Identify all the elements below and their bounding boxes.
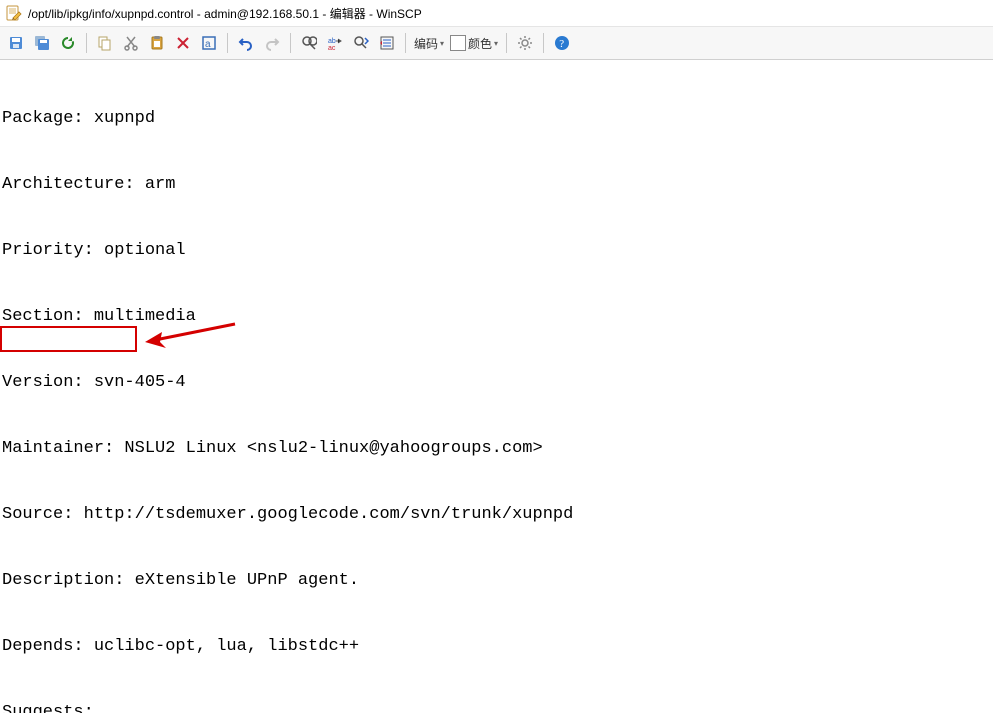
text-line: Description: eXtensible UPnP agent.	[2, 570, 993, 592]
encoding-label: 编码	[414, 35, 438, 52]
titlebar: /opt/lib/ipkg/info/xupnpd.control - admi…	[0, 0, 993, 27]
goto-line-icon[interactable]	[375, 31, 399, 55]
svg-text:ab: ab	[328, 38, 336, 45]
app-edit-icon	[6, 5, 22, 21]
paste-icon[interactable]	[145, 31, 169, 55]
svg-text:ac: ac	[328, 45, 336, 51]
text-line: Depends: uclibc-opt, lua, libstdc++	[2, 636, 993, 658]
replace-icon[interactable]: abac	[323, 31, 347, 55]
text-line: Package: xupnpd	[2, 108, 993, 130]
text-line: Suggests:	[2, 702, 993, 713]
undo-icon[interactable]	[234, 31, 258, 55]
settings-icon[interactable]	[513, 31, 537, 55]
save-all-icon[interactable]	[30, 31, 54, 55]
text-line: Architecture: arm	[2, 174, 993, 196]
cut-icon[interactable]	[119, 31, 143, 55]
toolbar-separator	[86, 33, 87, 53]
text-line: Priority: optional	[2, 240, 993, 262]
delete-icon[interactable]	[171, 31, 195, 55]
toolbar-separator	[506, 33, 507, 53]
toolbar-separator	[543, 33, 544, 53]
svg-text:a: a	[205, 39, 211, 50]
chevron-down-icon: ▾	[494, 39, 498, 48]
annotation-highlight-box	[0, 326, 137, 352]
copy-icon[interactable]	[93, 31, 117, 55]
encoding-menu[interactable]: 编码 ▾	[412, 32, 446, 54]
text-line: Source: http://tsdemuxer.googlecode.com/…	[2, 504, 993, 526]
select-all-icon[interactable]: a	[197, 31, 221, 55]
find-next-icon[interactable]	[349, 31, 373, 55]
text-line: Section: multimedia	[2, 306, 993, 328]
toolbar-separator	[405, 33, 406, 53]
chevron-down-icon: ▾	[440, 39, 444, 48]
toolbar-separator	[290, 33, 291, 53]
window-title: /opt/lib/ipkg/info/xupnpd.control - admi…	[28, 5, 422, 22]
svg-text:?: ?	[559, 38, 564, 50]
redo-icon[interactable]	[260, 31, 284, 55]
editor-area[interactable]: Package: xupnpd Architecture: arm Priori…	[0, 60, 993, 713]
toolbar-separator	[227, 33, 228, 53]
color-menu[interactable]: 颜色 ▾	[448, 32, 500, 54]
text-line: Version: svn-405-4	[2, 372, 993, 394]
help-icon[interactable]: ?	[550, 31, 574, 55]
find-icon[interactable]	[297, 31, 321, 55]
text-line: Maintainer: NSLU2 Linux <nslu2-linux@yah…	[2, 438, 993, 460]
reload-icon[interactable]	[56, 31, 80, 55]
save-icon[interactable]	[4, 31, 28, 55]
color-label: 颜色	[468, 35, 492, 52]
toolbar: a abac 编码 ▾ 颜色 ▾ ?	[0, 27, 993, 60]
color-swatch-icon	[450, 35, 466, 51]
